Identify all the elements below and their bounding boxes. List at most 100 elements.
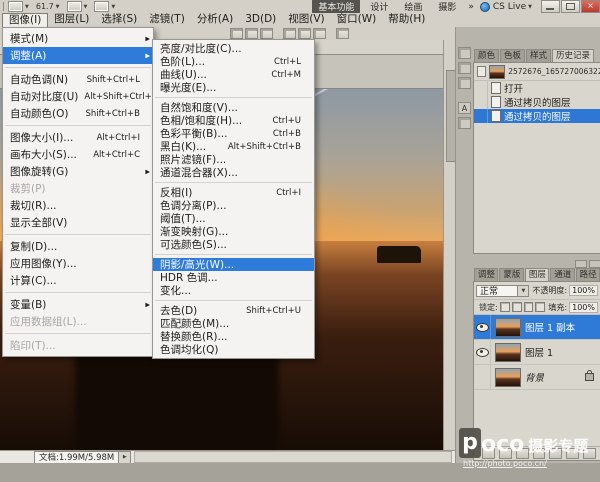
workspace-button[interactable]: 绘画	[398, 0, 428, 14]
menu-item[interactable]: 复制(D)... ▶	[3, 238, 153, 255]
horizontal-scrollbar[interactable]	[134, 451, 452, 463]
history-brush-gutter[interactable]	[474, 95, 488, 109]
panel-tab[interactable]: 色板	[500, 49, 525, 62]
menu-item[interactable]: 自动对比度(U) Alt+Shift+Ctrl+L ▶	[3, 88, 153, 105]
menubar-item[interactable]: 分析(A)	[191, 13, 239, 27]
snapshot-source-checkbox[interactable]	[477, 66, 486, 77]
history-entry[interactable]: 打开	[474, 81, 600, 95]
history-brush-gutter[interactable]	[474, 109, 488, 123]
layer-visibility-toggle[interactable]	[474, 365, 491, 389]
panel-menu-icon[interactable]	[589, 260, 600, 268]
align-bottom-edges-icon[interactable]	[260, 28, 273, 39]
menu-item[interactable]: 陷印(T)... ▶	[3, 337, 153, 354]
menu-item[interactable]: 调整(A) ▶	[3, 47, 153, 64]
clone-source-panel-icon[interactable]	[458, 77, 471, 89]
menu-item[interactable]: 去色(D) Shift+Ctrl+U ▶	[153, 304, 314, 317]
distribute-icon[interactable]	[336, 28, 349, 39]
restore-button[interactable]	[561, 0, 580, 13]
align-horizontal-centers-icon[interactable]	[298, 28, 311, 39]
menu-item[interactable]: 替换颜色(R)... ▶	[153, 330, 314, 343]
menubar-item[interactable]: 选择(S)	[95, 13, 143, 27]
menu-item[interactable]: 计算(C)... ▶	[3, 272, 153, 289]
menu-item[interactable]: 应用图像(Y)... ▶	[3, 255, 153, 272]
menu-item[interactable]: 图像旋转(G) ▶	[3, 163, 153, 180]
lock-image-icon[interactable]	[512, 302, 522, 312]
layer-row[interactable]: 背景	[474, 365, 600, 390]
menu-item[interactable]: 曲线(U)... Ctrl+M ▶	[153, 68, 314, 81]
workspace-button[interactable]: 摄影	[432, 0, 462, 14]
menu-item[interactable]: 可选颜色(S)... ▶	[153, 238, 314, 251]
status-options-arrow[interactable]: ▶	[119, 451, 131, 464]
menu-item[interactable]: 裁剪(P) ▶	[3, 180, 153, 197]
panel-tab[interactable]: 路径	[576, 268, 600, 281]
menu-item[interactable]: 裁切(R)... ▶	[3, 197, 153, 214]
collapse-panel-icon[interactable]	[575, 260, 587, 268]
menu-item[interactable]: 黑白(K)... Alt+Shift+Ctrl+B ▶	[153, 140, 314, 153]
panel-tab[interactable]: 历史记录	[552, 49, 594, 62]
workspace-overflow-button[interactable]: »	[468, 2, 474, 12]
fill-value[interactable]: 100%	[569, 302, 598, 313]
menu-item[interactable]: 色相/饱和度(H)... Ctrl+U ▶	[153, 114, 314, 127]
character-panel-icon[interactable]: A	[458, 102, 471, 114]
history-brush-gutter[interactable]	[474, 81, 488, 95]
layer-thumbnail[interactable]	[495, 318, 521, 337]
lock-transparency-icon[interactable]	[500, 302, 510, 312]
cs-live-button[interactable]: CS Live ▼	[480, 2, 532, 12]
history-snapshot-row[interactable]: 2572676_165727006322_2.jpg	[474, 63, 600, 81]
menu-item[interactable]: 色调分离(P)... ▶	[153, 199, 314, 212]
menu-item[interactable]: 通道混合器(X)... ▶	[153, 166, 314, 179]
history-entry[interactable]: 通过拷贝的图层	[474, 95, 600, 109]
menu-item[interactable]: 自然饱和度(V)... ▶	[153, 101, 314, 114]
menubar-item[interactable]: 图像(I)	[2, 13, 48, 27]
layer-visibility-toggle[interactable]	[474, 340, 491, 364]
arrange-documents-button[interactable]: ▼	[67, 1, 88, 12]
workspace-button[interactable]: 基本功能	[312, 0, 360, 14]
lock-position-icon[interactable]	[524, 302, 534, 312]
history-entry[interactable]: 通过拷贝的图层	[474, 109, 600, 123]
align-right-edges-icon[interactable]	[313, 28, 326, 39]
panel-tab[interactable]: 通道	[550, 268, 574, 281]
layer-thumbnail[interactable]	[495, 343, 521, 362]
menu-item[interactable]: 曝光度(E)... ▶	[153, 81, 314, 94]
minimize-button[interactable]	[541, 0, 560, 13]
layer-row[interactable]: 图层 1 副本	[474, 315, 600, 340]
menu-item[interactable]: 阈值(T)... ▶	[153, 212, 314, 225]
menu-item[interactable]: 变量(B) ▶	[3, 296, 153, 313]
menubar-item[interactable]: 滤镜(T)	[143, 13, 191, 27]
panel-tab[interactable]: 调整	[474, 268, 498, 281]
menubar-item[interactable]: 视图(V)	[282, 13, 330, 27]
view-extras-button[interactable]: ▼	[8, 1, 29, 12]
menu-item[interactable]: 亮度/对比度(C)... ▶	[153, 42, 314, 55]
align-top-edges-icon[interactable]	[230, 28, 243, 39]
menu-item[interactable]: 阴影/高光(W)... ▶	[153, 258, 314, 271]
menu-item[interactable]: 显示全部(V) ▶	[3, 214, 153, 231]
menu-item[interactable]: 自动色调(N) Shift+Ctrl+L ▶	[3, 71, 153, 88]
menu-item[interactable]: 应用数据组(L)... ▶	[3, 313, 153, 330]
panel-tab[interactable]: 蒙版	[499, 268, 523, 281]
menubar-item[interactable]: 窗口(W)	[331, 13, 383, 27]
align-vertical-centers-icon[interactable]	[245, 28, 258, 39]
layer-row[interactable]: 图层 1	[474, 340, 600, 365]
panel-tab[interactable]: 样式	[526, 49, 551, 62]
panel-tab[interactable]: 颜色	[474, 49, 499, 62]
menu-item[interactable]: 色调均化(Q) ▶	[153, 343, 314, 356]
menu-item[interactable]: HDR 色调... ▶	[153, 271, 314, 284]
menu-item[interactable]: 反相(I) Ctrl+I ▶	[153, 186, 314, 199]
paragraph-panel-icon[interactable]	[458, 117, 471, 129]
menu-item[interactable]: 照片滤镜(F)... ▶	[153, 153, 314, 166]
menu-item[interactable]: 模式(M) ▶	[3, 30, 153, 47]
workspace-button[interactable]: 设计	[364, 0, 394, 14]
menu-item[interactable]: 图像大小(I)... Alt+Ctrl+I ▶	[3, 129, 153, 146]
menu-item[interactable]: 匹配颜色(M)... ▶	[153, 317, 314, 330]
menubar-item[interactable]: 图层(L)	[48, 13, 95, 27]
menu-item[interactable]: 色彩平衡(B)... Ctrl+B ▶	[153, 127, 314, 140]
blend-mode-select[interactable]: 正常 ▼	[476, 285, 529, 297]
opacity-value[interactable]: 100%	[569, 285, 598, 296]
screen-mode-button[interactable]: ▼	[94, 1, 115, 12]
close-button[interactable]: ×	[581, 0, 600, 13]
layer-visibility-toggle[interactable]	[474, 315, 491, 339]
menubar-item[interactable]: 3D(D)	[239, 13, 282, 27]
menu-item[interactable]: 变化... ▶	[153, 284, 314, 297]
panel-tab[interactable]: 图层	[525, 268, 549, 281]
menu-item[interactable]: 自动颜色(O) Shift+Ctrl+B ▶	[3, 105, 153, 122]
